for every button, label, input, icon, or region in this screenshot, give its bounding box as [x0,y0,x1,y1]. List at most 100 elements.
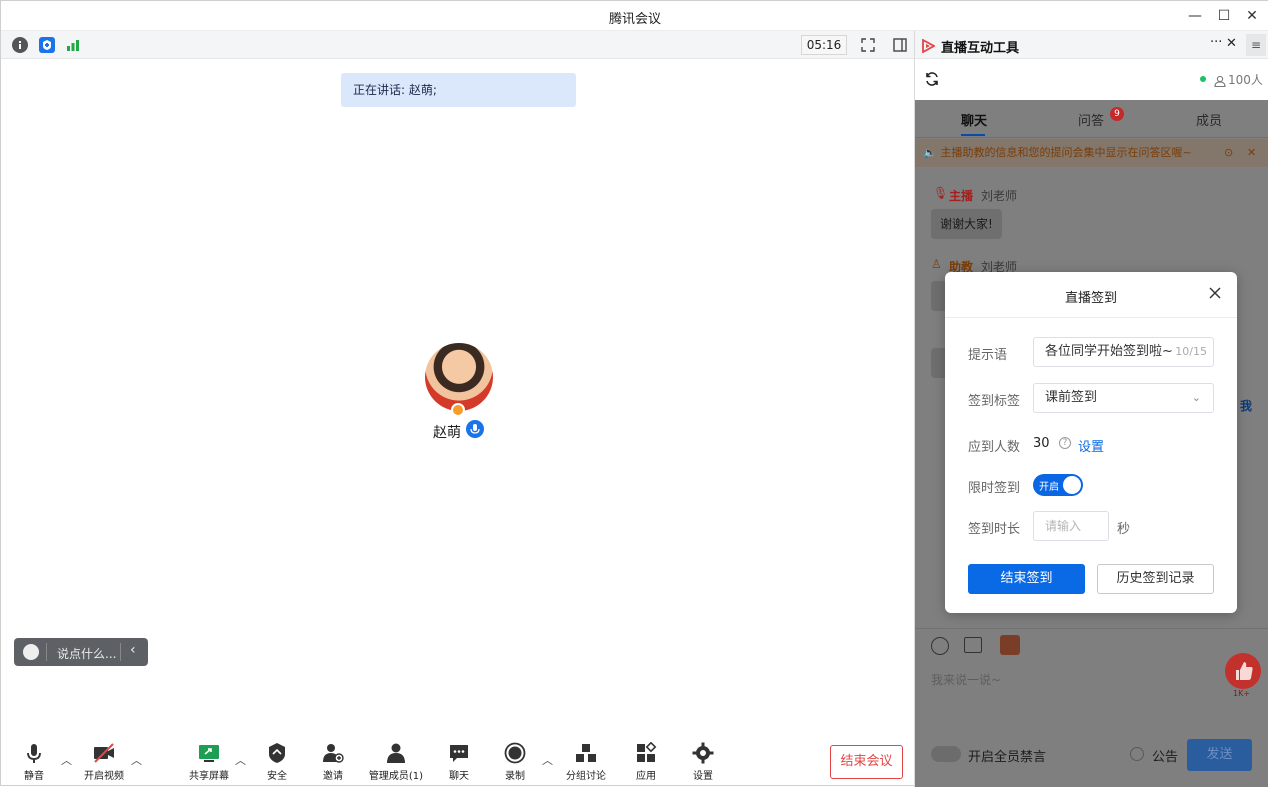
chat-input[interactable]: 我来说一说~ [931,671,1001,688]
gear-icon [692,742,714,764]
live-logo-icon [921,38,936,54]
panel-menu-button[interactable]: ≡ [1246,34,1266,56]
notice-banner: 🔈 主播助教的信息和您的提问会集中显示在问答区喔~ ⊙ ✕ [915,139,1268,167]
prompt-input[interactable]: 各位同学开始签到啦~ 10/15 [1033,337,1214,367]
share-options-chevron-icon[interactable]: ︿ [235,752,246,768]
audio-options-chevron-icon[interactable]: ︿ [61,752,72,768]
record-label: 录制 [505,771,525,782]
mute-all-toggle[interactable] [931,746,961,762]
mute-all-label: 开启全员禁言 [968,750,1047,765]
title-bar: 腾讯会议 — ☐ ✕ [1,1,1268,31]
breakout-label: 分组讨论 [566,771,606,782]
tag-label: 签到标签 [968,394,1021,409]
tab-chat[interactable]: 聊天 [961,110,987,129]
toggle-label: 开启 [1039,482,1059,493]
announcement-radio[interactable] [1130,747,1144,761]
toggle-knob [1063,476,1081,494]
video-off-icon [93,742,115,764]
settings-button[interactable]: 设置 [689,742,717,782]
help-icon[interactable]: ? [1059,437,1071,449]
mute-button[interactable]: 静音 [21,742,47,782]
chat-bubble-icon [448,742,470,764]
share-screen-button[interactable]: 共享屏幕 [186,742,232,782]
participant-avatar [425,343,493,411]
meeting-timer: 05:16 [801,35,847,55]
refresh-icon[interactable] [924,71,940,87]
record-button[interactable]: 录制 [501,742,529,782]
assistant-user-icon: ♙ [931,257,942,271]
message-role: 主播 [949,189,974,203]
message-edge-text: 我 [1240,399,1253,413]
timed-sign-in-toggle[interactable]: 开启 [1033,474,1083,496]
sign-in-history-button[interactable]: 历史签到记录 [1097,564,1214,594]
emoji-icon[interactable] [931,637,949,655]
security-button[interactable]: 安全 [263,742,291,782]
security-shield-icon [266,742,288,764]
message-bubble: 谢谢大家! [931,209,1002,239]
manage-members-button[interactable]: 管理成员(1) [367,742,425,782]
dialog-header: 直播签到 [945,272,1237,318]
mute-label: 静音 [24,771,44,782]
tab-members[interactable]: 成员 [1196,110,1222,129]
mic-active-icon [466,420,484,438]
panel-title: 直播互动工具 [941,41,1020,56]
fullscreen-icon[interactable] [860,37,876,53]
minimize-button[interactable]: — [1185,6,1205,26]
expected-count: 30 [1033,436,1050,451]
meeting-toolbar: 静音 ︿ 开启视频 ︿ 共享屏幕 ︿ 安全 邀请 管理成员(1) 聊天 录制 ︿… [1,734,914,787]
duration-unit: 秒 [1117,522,1131,537]
sign-in-icon[interactable] [1000,635,1020,655]
like-button[interactable] [1225,653,1261,689]
breakout-button[interactable]: 分组讨论 [563,742,609,782]
collapse-chevron-icon[interactable]: ‹ [130,642,136,658]
close-panel-button[interactable]: ✕ [1226,36,1237,51]
close-notice-icon[interactable]: ✕ [1247,139,1256,167]
online-status-dot [1200,76,1206,82]
window-title: 腾讯会议 [608,12,661,27]
quick-chat-bar[interactable]: 说点什么... ‹ [14,638,148,666]
prompt-label: 提示语 [968,348,1008,363]
speaking-indicator: 正在讲话: 赵萌; [341,73,576,107]
host-badge-icon [451,403,465,417]
video-button[interactable]: 开启视频 [81,742,127,782]
image-icon[interactable] [964,637,982,653]
video-label: 开启视频 [84,771,124,782]
signal-icon[interactable] [65,37,81,53]
divider [46,643,47,661]
quick-chat-input[interactable]: 说点什么... [57,645,116,662]
close-window-button[interactable]: ✕ [1242,6,1262,26]
side-panel-icon[interactable] [892,37,908,53]
share-screen-icon [198,742,220,764]
invite-button[interactable]: 邀请 [319,742,347,782]
emoji-icon[interactable] [23,644,39,660]
manage-members-label: 管理成员(1) [368,771,424,782]
expand-notice-icon[interactable]: ⊙ [1224,139,1233,167]
expected-label: 应到人数 [968,440,1021,455]
message-author: 刘老师 [981,189,1018,203]
duration-input[interactable]: 请输入 [1033,511,1109,541]
like-count: 1K+ [1233,689,1251,698]
shield-icon[interactable] [39,37,55,53]
host-mic-icon: 🎙 [933,186,949,200]
info-icon[interactable] [12,37,28,53]
end-sign-in-button[interactable]: 结束签到 [968,564,1085,594]
close-dialog-icon[interactable] [1207,285,1223,301]
panel-tabs: 聊天 问答 9 成员 [915,100,1268,138]
apps-label: 应用 [636,771,656,782]
send-button[interactable]: 发送 [1187,739,1252,771]
prompt-char-count: 10/15 [1175,345,1207,358]
record-options-chevron-icon[interactable]: ︿ [542,752,553,768]
invite-label: 邀请 [323,771,343,782]
expected-settings-link[interactable]: 设置 [1078,436,1104,455]
breakout-rooms-icon [575,742,597,764]
end-meeting-button[interactable]: 结束会议 [830,745,903,779]
tab-qa[interactable]: 问答 [1078,110,1104,129]
tag-select[interactable]: 课前签到 ⌄ [1033,383,1214,413]
apps-button[interactable]: 应用 [632,741,660,782]
more-options-button[interactable]: ··· [1210,35,1222,50]
dialog-title: 直播签到 [1064,291,1117,306]
chat-button[interactable]: 聊天 [445,742,473,782]
video-options-chevron-icon[interactable]: ︿ [131,752,142,768]
prompt-value: 各位同学开始签到啦~ [1045,344,1173,359]
maximize-button[interactable]: ☐ [1214,6,1234,26]
